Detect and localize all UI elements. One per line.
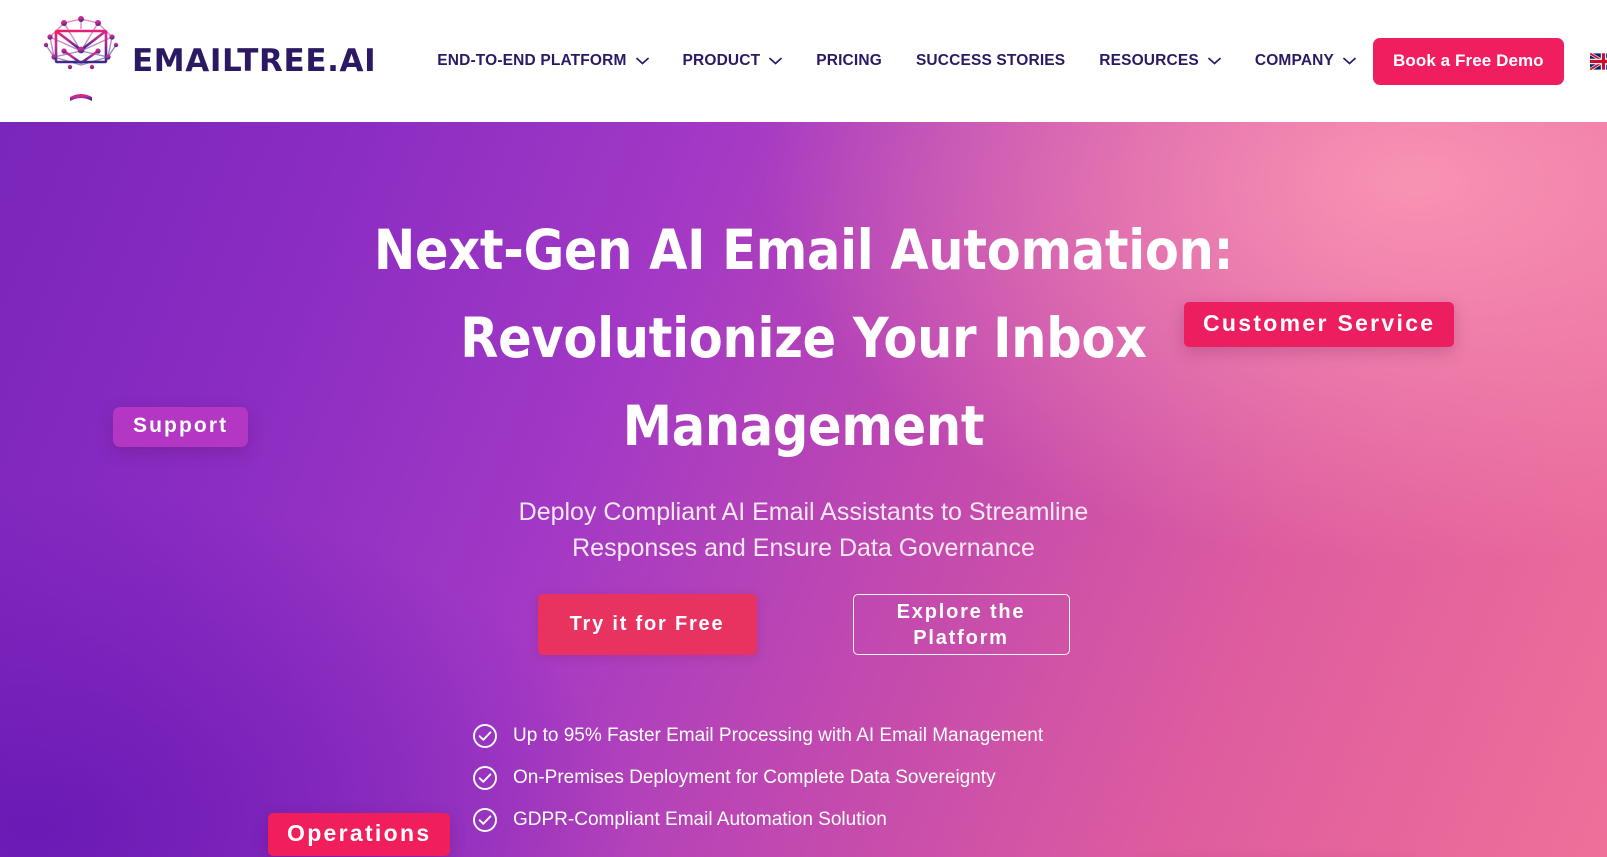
hero-feature-list: Up to 95% Faster Email Processing with A… — [472, 723, 1043, 833]
nav-item-end-to-end-platform[interactable]: END-TO-END PLATFORM — [420, 52, 665, 70]
site-header: EMAILTREE.AI END-TO-END PLATFORM PRODUCT… — [0, 0, 1607, 122]
list-item: On-Premises Deployment for Complete Data… — [472, 765, 1043, 791]
logo-text: EMAILTREE.AI — [132, 43, 377, 79]
chevron-down-icon — [635, 52, 649, 70]
hero-section: Next-Gen AI Email Automation: Revolution… — [0, 122, 1607, 857]
uk-flag-icon — [1589, 52, 1607, 70]
nav-item-success-stories[interactable]: SUCCESS STORIES — [899, 52, 1082, 70]
nav-label: PRICING — [816, 52, 882, 69]
check-circle-icon — [472, 765, 498, 791]
language-selector[interactable] — [1589, 52, 1607, 70]
header-actions: Book a Free Demo — [1373, 37, 1607, 85]
chevron-down-icon — [769, 52, 783, 70]
book-free-demo-button[interactable]: Book a Free Demo — [1373, 37, 1564, 85]
try-it-for-free-button[interactable]: Try it for Free — [537, 594, 757, 655]
nav-label: PRODUCT — [682, 52, 761, 69]
check-circle-icon — [472, 723, 498, 749]
nav-item-product[interactable]: PRODUCT — [666, 52, 800, 70]
badge-customer-service: Customer Service — [1184, 302, 1455, 347]
emailtree-logo-icon — [40, 15, 122, 107]
nav-label: END-TO-END PLATFORM — [437, 52, 627, 69]
feature-text: On-Premises Deployment for Complete Data… — [513, 767, 996, 788]
nav-label: RESOURCES — [1099, 52, 1199, 69]
feature-text: Up to 95% Faster Email Processing with A… — [513, 725, 1044, 746]
main-nav: END-TO-END PLATFORM PRODUCT PRICING SUCC… — [420, 52, 1373, 70]
feature-text: GDPR-Compliant Email Automation Solution — [513, 809, 887, 830]
logo[interactable]: EMAILTREE.AI — [40, 15, 376, 107]
page-title: Next-Gen AI Email Automation: Revolution… — [373, 218, 1234, 458]
hero-cta-row: Try it for Free Explore the Platform — [0, 594, 1607, 655]
nav-item-pricing[interactable]: PRICING — [799, 52, 899, 70]
nav-item-resources[interactable]: RESOURCES — [1082, 52, 1238, 70]
badge-support: Support — [113, 407, 249, 447]
nav-item-company[interactable]: COMPANY — [1238, 52, 1373, 70]
chevron-down-icon — [1343, 52, 1356, 70]
chevron-down-icon — [1208, 52, 1221, 70]
list-item: GDPR-Compliant Email Automation Solution — [472, 807, 1043, 833]
nav-label: COMPANY — [1254, 52, 1335, 69]
nav-label: SUCCESS STORIES — [915, 52, 1066, 69]
explore-the-platform-button[interactable]: Explore the Platform — [852, 594, 1070, 655]
check-circle-icon — [472, 807, 498, 833]
list-item: Up to 95% Faster Email Processing with A… — [472, 723, 1043, 749]
hero-subtitle: Deploy Compliant AI Email Assistants to … — [518, 498, 1089, 562]
badge-operations: Operations — [268, 813, 451, 856]
